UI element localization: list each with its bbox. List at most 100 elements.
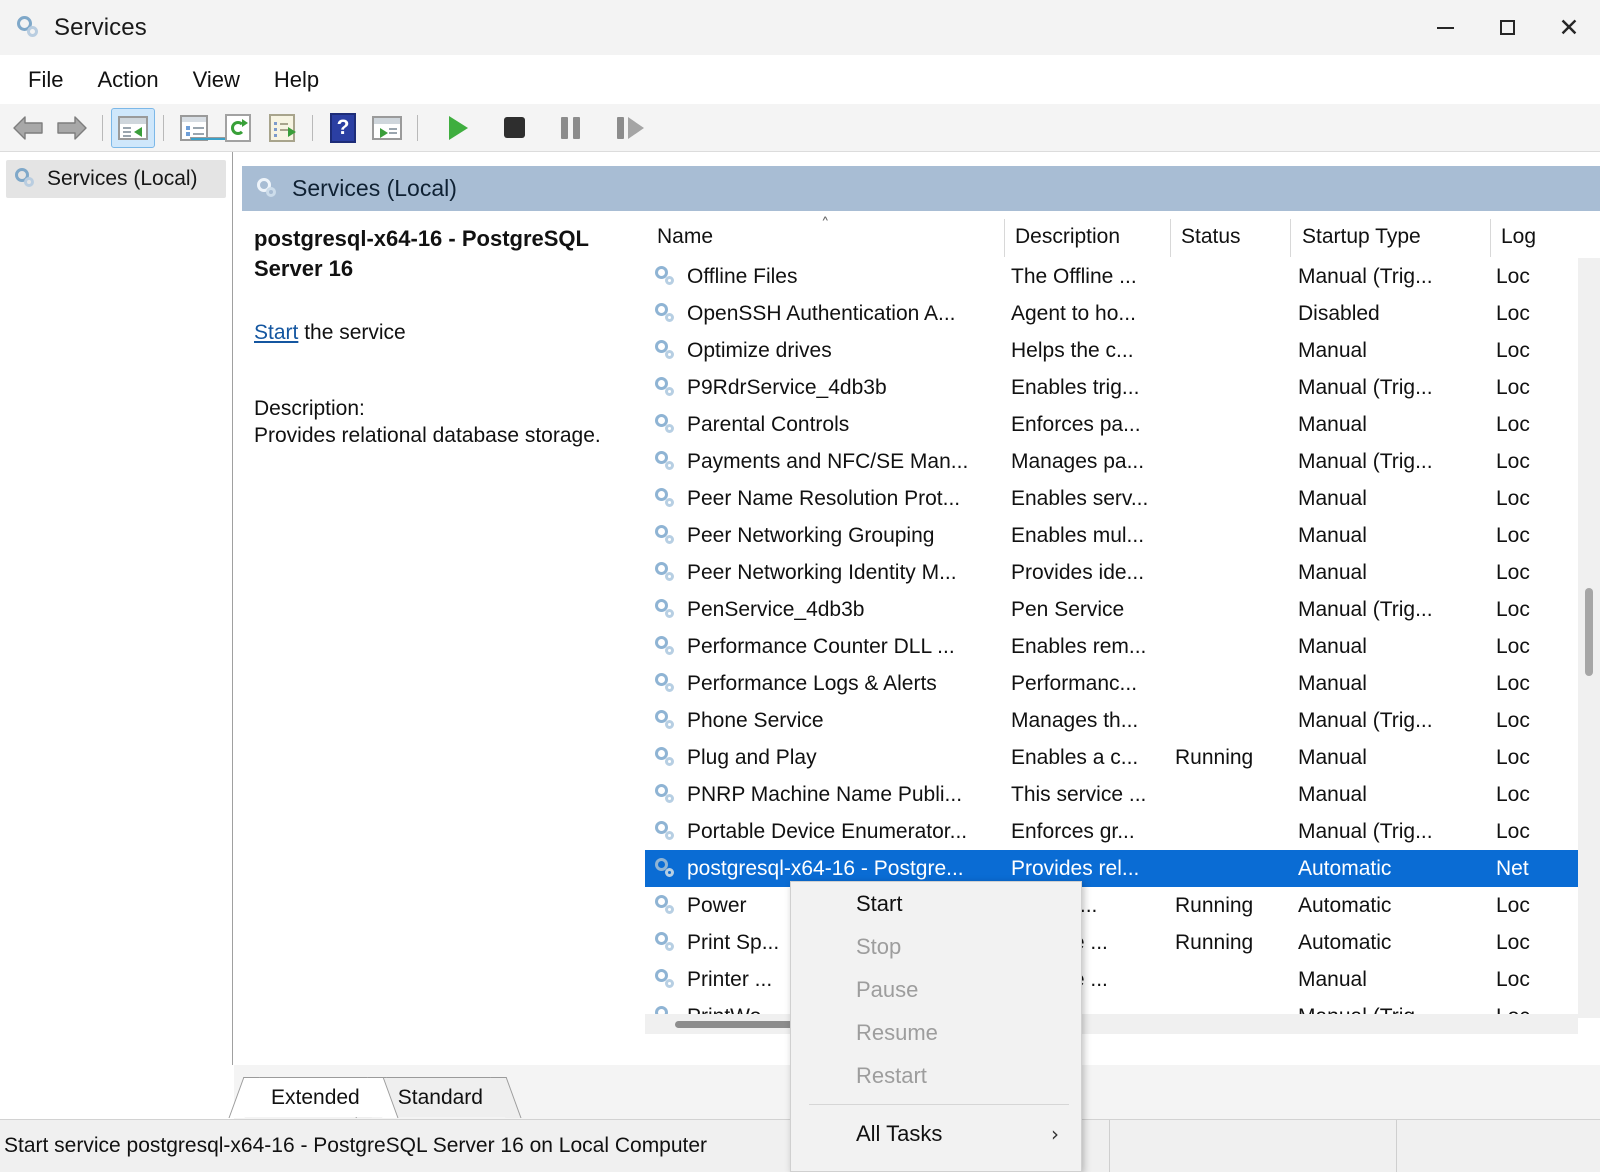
context-menu-item-all-tasks[interactable]: All Tasks › [791, 1112, 1081, 1155]
cell-description: Manages th... [1011, 708, 1139, 732]
cell-startup-type: Manual [1298, 560, 1367, 584]
menu-action[interactable]: Action [83, 64, 172, 96]
table-row[interactable]: Printer ......ervice ...ManualLoc [645, 961, 1600, 998]
table-row[interactable]: Peer Networking Identity M... Provides id… [645, 554, 1600, 591]
service-gear-icon [655, 339, 679, 362]
cell-startup-type: Manual [1298, 486, 1367, 510]
context-menu-item-start[interactable]: Start [791, 882, 1081, 925]
show-hide-console-tree-icon[interactable] [111, 107, 155, 148]
menu-help[interactable]: Help [260, 64, 333, 96]
service-gear-icon [655, 672, 679, 695]
cell-description: Performanc... [1011, 671, 1138, 695]
list-vertical-scrollbar[interactable] [1578, 258, 1600, 1018]
context-menu-item-start-label: Start [856, 890, 903, 916]
properties-icon[interactable] [172, 108, 240, 148]
stop-service-icon[interactable] [492, 108, 536, 148]
cell-startup-type: Manual (Trig... [1298, 708, 1433, 732]
cell-service-name: Portable Device Enumerator... [687, 819, 968, 843]
context-menu-item-all-tasks-label: All Tasks [856, 1120, 943, 1146]
menu-file[interactable]: File [14, 64, 77, 96]
cell-description: Enables mul... [1011, 523, 1145, 547]
table-row[interactable]: Plug and Play Enables a c... Running Manual… [645, 739, 1600, 776]
column-header-status[interactable]: Status [1181, 211, 1241, 258]
pause-service-icon[interactable] [548, 108, 592, 148]
start-service-line: Start the service [254, 321, 642, 345]
cell-startup-type: Automatic [1298, 856, 1392, 880]
services-gear-icon [14, 167, 38, 191]
cell-description: Enables a c... [1011, 745, 1139, 769]
description-text: Provides relational database storage. [254, 424, 601, 448]
show-action-pane-icon[interactable] [365, 108, 409, 148]
context-menu-item-pause-label: Pause [856, 976, 919, 1002]
column-header-log-on-as[interactable]: Log [1501, 211, 1536, 258]
column-header-description[interactable]: Description [1015, 211, 1120, 258]
table-row[interactable]: Performance Logs & Alerts Performanc... Ma… [645, 665, 1600, 702]
restart-service-icon[interactable] [604, 108, 656, 148]
cell-service-name: P9RdrService_4db3b [687, 375, 887, 399]
table-row[interactable]: Phone Service Manages th... Manual (Trig..… [645, 702, 1600, 739]
cell-startup-type: Manual [1298, 782, 1367, 806]
detail-header-title: Services (Local) [292, 175, 457, 201]
tab-standard-label: Standard [397, 1085, 483, 1109]
menu-view[interactable]: View [179, 64, 254, 96]
table-row[interactable]: P9RdrService_4db3b Enables trig... Manual … [645, 369, 1600, 406]
service-gear-icon [655, 376, 679, 399]
tab-extended[interactable]: Extended [228, 1077, 399, 1118]
column-header-startup-type[interactable]: Startup Type [1302, 211, 1421, 258]
service-gear-icon [655, 487, 679, 510]
detail-pane-header: Services (Local) [242, 166, 1600, 211]
cell-startup-type: Manual [1298, 967, 1367, 991]
minimize-button[interactable] [1414, 0, 1476, 55]
cell-service-name: Offline Files [687, 264, 798, 288]
table-row[interactable]: Peer Networking Grouping Enables mul... Ma… [645, 517, 1600, 554]
cell-description: This service ... [1011, 782, 1147, 806]
start-service-link[interactable]: Start [254, 321, 298, 344]
close-button[interactable]: ✕ [1538, 0, 1600, 55]
service-gear-icon [655, 894, 679, 917]
cell-startup-type: Manual [1298, 671, 1367, 695]
cell-service-name: Peer Name Resolution Prot... [687, 486, 961, 510]
table-row[interactable]: OpenSSH Authentication A... Agent to ho..… [645, 295, 1600, 332]
service-gear-icon [655, 857, 679, 880]
table-row[interactable]: Performance Counter DLL ... Enables rem..… [645, 628, 1600, 665]
cell-description: Enables trig... [1011, 375, 1140, 399]
column-header-name[interactable]: Name [657, 211, 713, 258]
cell-service-name: postgresql-x64-16 - Postgre... [687, 856, 964, 880]
list-header: Name ˄ Description Status Startup Type L… [645, 211, 1600, 258]
sidebar-item-services-local[interactable]: Services (Local) [6, 160, 226, 198]
maximize-button[interactable] [1476, 0, 1538, 55]
refresh-icon[interactable] [216, 108, 260, 148]
list-vertical-scroll-thumb[interactable] [1585, 588, 1593, 676]
services-list: Name ˄ Description Status Startup Type L… [645, 211, 1600, 1065]
forward-icon[interactable] [50, 108, 94, 148]
cell-startup-type: Manual [1298, 412, 1367, 436]
help-icon[interactable]: ? [321, 108, 365, 148]
table-row[interactable]: Parental Controls Enforces pa... Manual Loc [645, 406, 1600, 443]
menu-bar: File Action View Help [0, 55, 1600, 104]
cell-service-name: Phone Service [687, 708, 824, 732]
cell-description: Provides rel... [1011, 856, 1140, 880]
cell-description: Enables rem... [1011, 634, 1147, 658]
table-row[interactable]: Portable Device Enumerator... Enforces gr… [645, 813, 1600, 850]
table-row[interactable]: PNRP Machine Name Publi... This service .… [645, 776, 1600, 813]
cell-startup-type: Manual (Trig... [1298, 375, 1433, 399]
service-gear-icon [655, 302, 679, 325]
table-row[interactable]: Power...ges p...RunningAutomaticLoc [645, 887, 1600, 924]
export-list-icon[interactable] [260, 108, 304, 148]
table-row[interactable]: Peer Name Resolution Prot... Enables serv… [645, 480, 1600, 517]
table-row[interactable]: postgresql-x64-16 - Postgre... Provides r… [645, 850, 1600, 887]
service-detail-pane: postgresql-x64-16 - PostgreSQL Server 16… [242, 211, 642, 1065]
table-row[interactable]: Payments and NFC/SE Man... Manages pa... M… [645, 443, 1600, 480]
cell-service-name: Performance Counter DLL ... [687, 634, 955, 658]
table-row[interactable]: PenService_4db3b Pen Service Manual (Trig.… [645, 591, 1600, 628]
console-tree-pane: Services (Local) [0, 152, 233, 1065]
cell-startup-type: Automatic [1298, 893, 1392, 917]
service-title: postgresql-x64-16 - PostgreSQL Server 16 [254, 226, 589, 281]
cell-service-name: PNRP Machine Name Publi... [687, 782, 963, 806]
start-service-icon[interactable] [436, 108, 480, 148]
back-icon[interactable] [6, 108, 50, 148]
table-row[interactable]: Print Sp......ervice ...RunningAutomatic… [645, 924, 1600, 961]
list-horizontal-scrollbar[interactable] [645, 1014, 1578, 1034]
table-row[interactable]: Offline Files The Offline ... Manual (Trig… [645, 258, 1600, 295]
table-row[interactable]: Optimize drives Helps the c... Manual Loc [645, 332, 1600, 369]
